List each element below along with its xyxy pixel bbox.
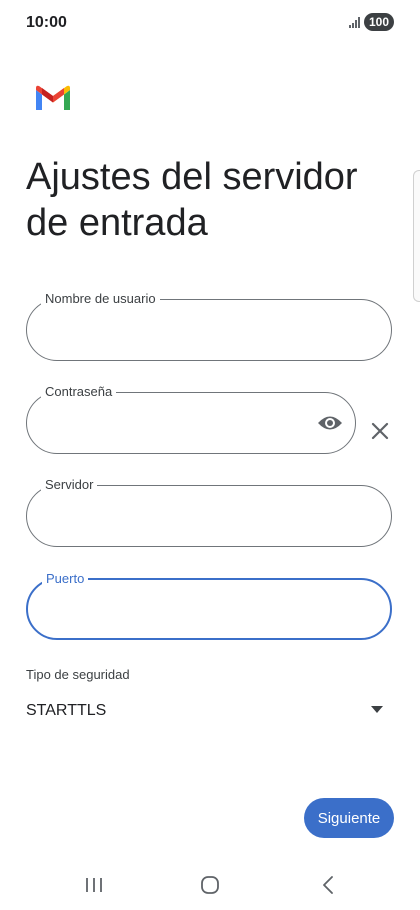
status-bar: 10:00 100	[0, 0, 420, 46]
scroll-indicator[interactable]	[413, 170, 420, 302]
username-label: Nombre de usuario	[41, 291, 160, 307]
port-field[interactable]: Puerto	[26, 571, 392, 640]
security-type-label: Tipo de seguridad	[26, 667, 130, 682]
close-icon[interactable]	[369, 420, 391, 442]
security-type-value: STARTTLS	[26, 702, 107, 719]
eye-icon[interactable]	[317, 412, 343, 434]
password-label: Contraseña	[41, 384, 117, 400]
port-label: Puerto	[42, 571, 89, 587]
username-field[interactable]: Nombre de usuario	[26, 291, 392, 361]
home-icon[interactable]	[200, 875, 220, 895]
username-input[interactable]	[45, 314, 373, 346]
dropdown-arrow-icon	[371, 706, 383, 713]
status-icons: 100	[348, 13, 394, 31]
server-label: Servidor	[41, 477, 98, 493]
page-title: Ajustes del servidor de entrada	[26, 156, 358, 244]
server-input[interactable]	[45, 500, 373, 532]
recents-icon[interactable]	[84, 876, 104, 894]
server-field[interactable]: Servidor	[26, 477, 392, 547]
password-input[interactable]	[45, 407, 307, 439]
signal-icon	[348, 16, 360, 28]
password-field[interactable]: Contraseña	[26, 384, 356, 454]
security-type-dropdown[interactable]: STARTTLS	[26, 694, 386, 728]
port-input[interactable]	[46, 594, 372, 626]
navigation-bar	[0, 860, 420, 910]
next-button[interactable]: Siguiente	[304, 798, 394, 838]
back-icon[interactable]	[320, 875, 336, 895]
battery-icon: 100	[363, 13, 394, 31]
status-time: 10:00	[26, 14, 67, 31]
gmail-logo	[36, 85, 70, 110]
